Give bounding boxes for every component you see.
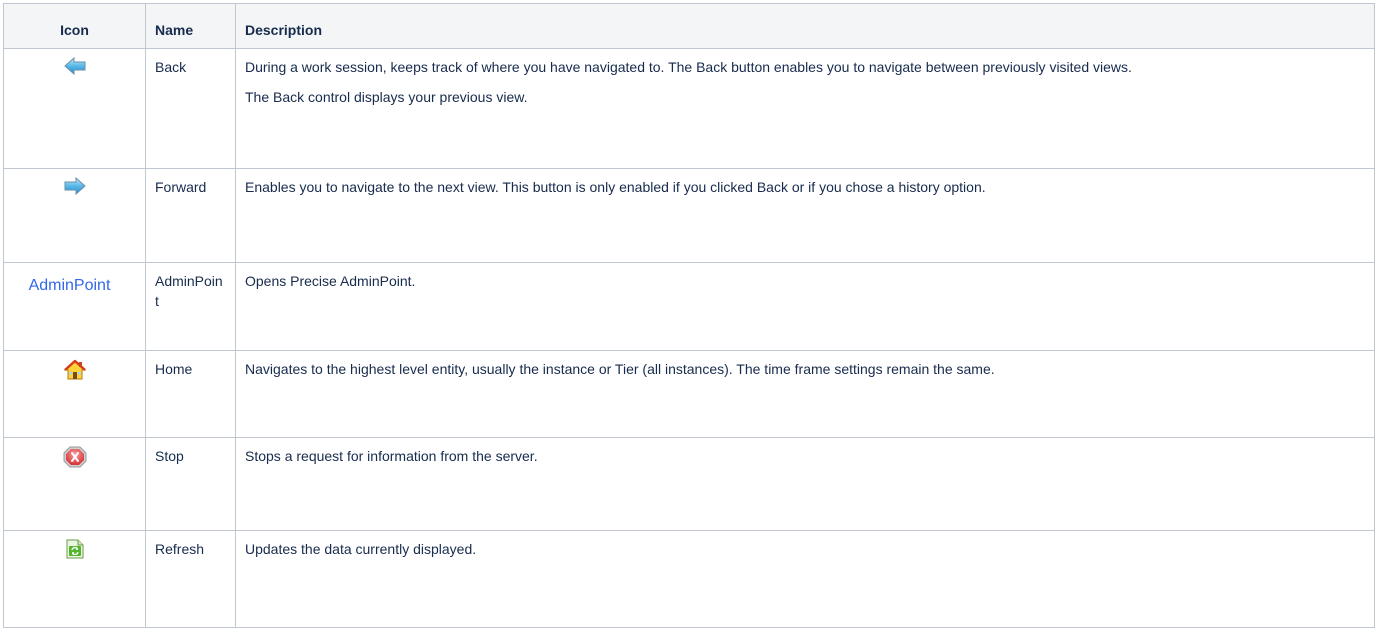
refresh-icon	[66, 539, 84, 564]
row-name: Stop	[145, 437, 236, 531]
row-description: Enables you to navigate to the next view…	[235, 168, 1375, 263]
table-row: AdminPoint AdminPoint Opens Precise Admi…	[3, 262, 1375, 351]
row-name: AdminPoint	[145, 262, 236, 351]
row-name: Back	[145, 48, 236, 169]
row-description: Navigates to the highest level entity, u…	[235, 350, 1375, 438]
row-description: Updates the data currently displayed.	[235, 530, 1375, 628]
forward-arrow-icon	[64, 176, 86, 200]
row-name: Home	[145, 350, 236, 438]
description-paragraph: Stops a request for information from the…	[245, 448, 538, 464]
row-name: Refresh	[145, 530, 236, 628]
back-arrow-icon	[63, 56, 86, 80]
description-paragraph: Opens Precise AdminPoint.	[245, 273, 416, 289]
table-row: Home Navigates to the highest level enti…	[3, 350, 1375, 438]
header-description: Description	[235, 3, 1375, 49]
description-paragraph: Enables you to navigate to the next view…	[245, 179, 986, 195]
table-row: Forward Enables you to navigate to the n…	[3, 168, 1375, 263]
adminpoint-link[interactable]: AdminPoint	[29, 277, 111, 294]
row-description: Stops a request for information from the…	[235, 437, 1375, 531]
row-name: Forward	[145, 168, 236, 263]
row-description: During a work session, keeps track of wh…	[235, 48, 1375, 169]
description-paragraph: During a work session, keeps track of wh…	[245, 59, 1132, 75]
description-paragraph: Navigates to the highest level entity, u…	[245, 361, 995, 377]
home-icon	[63, 359, 86, 386]
header-name: Name	[145, 3, 236, 49]
table-row: Back During a work session, keeps track …	[3, 48, 1375, 169]
table-row: Stop Stops a request for information fro…	[3, 437, 1375, 531]
header-icon: Icon	[3, 3, 146, 49]
description-paragraph: The Back control displays your previous …	[245, 89, 528, 105]
toolbar-icons-table: Icon Name Description Back During a work…	[3, 3, 1375, 628]
row-description: Opens Precise AdminPoint.	[235, 262, 1375, 351]
table-header-row: Icon Name Description	[3, 3, 1375, 49]
table-row: Refresh Updates the data currently displ…	[3, 530, 1375, 628]
stop-icon	[63, 446, 87, 473]
description-paragraph: Updates the data currently displayed.	[245, 541, 477, 557]
